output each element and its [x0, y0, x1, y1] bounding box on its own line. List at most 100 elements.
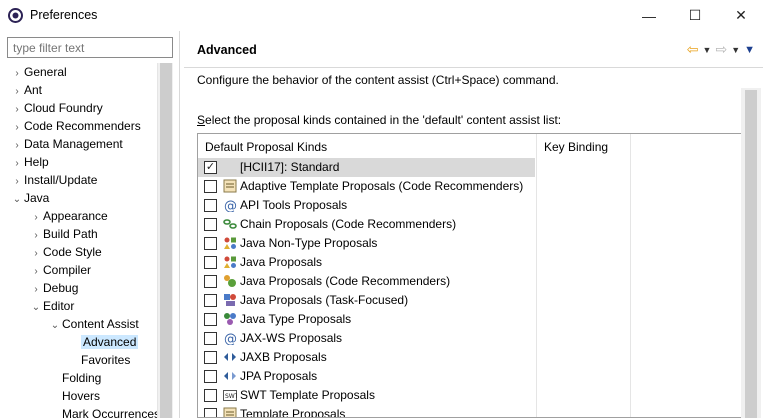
jaxb-icon [223, 350, 237, 364]
tree-item-folding[interactable]: Folding [48, 369, 101, 387]
proposal-label: Adaptive Template Proposals (Code Recomm… [240, 179, 524, 193]
minimize-button[interactable]: — [626, 0, 672, 31]
proposal-label: Java Non-Type Proposals [240, 236, 378, 250]
proposal-checkbox[interactable]: ✓ [204, 161, 217, 174]
tree-scrollbar[interactable] [157, 63, 173, 418]
proposal-row[interactable]: Java Proposals (Code Recommenders) [198, 272, 535, 291]
proposal-checkbox[interactable] [204, 275, 217, 288]
template-icon [223, 407, 237, 417]
tree-item-hovers[interactable]: Hovers [48, 387, 100, 405]
type-icon [223, 312, 237, 326]
proposal-row[interactable]: Template Proposals [198, 405, 535, 417]
tree-item-cloud-foundry[interactable]: › Cloud Foundry [10, 99, 103, 117]
proposal-checkbox[interactable] [204, 370, 217, 383]
proposal-row[interactable]: @ JAX-WS Proposals [198, 329, 535, 348]
tree-item-help[interactable]: › Help [10, 153, 48, 171]
swt-icon: SWT [223, 388, 239, 402]
tree-item-label: Data Management [24, 137, 123, 151]
expanded-chevron-icon[interactable]: ⌄ [29, 299, 43, 317]
proposal-row[interactable]: ✓ [HCII17]: Standard [198, 158, 535, 177]
tree-item-install-update[interactable]: › Install/Update [10, 171, 97, 189]
proposal-checkbox[interactable] [204, 313, 217, 326]
close-button[interactable]: ✕ [718, 0, 763, 31]
proposal-row[interactable]: SWTSWT Template Proposals [198, 386, 535, 405]
column-header-kinds[interactable]: Default Proposal Kinds [205, 140, 327, 154]
column-header-key-binding[interactable]: Key Binding [544, 140, 608, 154]
proposal-checkbox[interactable] [204, 294, 217, 307]
proposal-checkbox[interactable] [204, 199, 217, 212]
navigation-controls: ⇦ ▼ ⇨ ▼ ▼ [687, 41, 755, 58]
back-arrow-icon[interactable]: ⇦ [687, 41, 699, 58]
proposal-row[interactable]: Chain Proposals (Code Recommenders) [198, 215, 535, 234]
proposal-checkbox[interactable] [204, 218, 217, 231]
tree-item-label: Appearance [43, 209, 108, 223]
tree-scrollbar-thumb[interactable] [160, 63, 172, 418]
filter-input[interactable] [7, 37, 173, 58]
proposal-label: JAX-WS Proposals [240, 331, 343, 345]
tree-item-data-management[interactable]: › Data Management [10, 135, 123, 153]
proposal-label: [HCII17]: Standard [240, 160, 340, 174]
proposal-row[interactable]: Java Type Proposals [198, 310, 535, 329]
tree-item-general[interactable]: › General [10, 63, 67, 81]
svg-text:SWT: SWT [225, 393, 237, 400]
proposal-label: Java Proposals [240, 255, 323, 269]
tree-item-editor[interactable]: ⌄ Editor [29, 297, 75, 317]
proposal-checkbox[interactable] [204, 389, 217, 402]
tree-item-ant[interactable]: › Ant [10, 81, 42, 99]
tree-item-code-recommenders[interactable]: › Code Recommenders [10, 117, 140, 135]
proposal-row[interactable]: Adaptive Template Proposals (Code Recomm… [198, 177, 535, 196]
jpa-icon [223, 369, 237, 383]
proposal-checkbox[interactable] [204, 332, 217, 345]
tree-item-build-path[interactable]: › Build Path [29, 225, 97, 243]
page-scrollbar[interactable] [741, 88, 761, 418]
preference-tree-pane: ›General›Ant›Cloud Foundry›Code Recommen… [0, 31, 180, 418]
proposal-checkbox[interactable] [204, 180, 217, 193]
tree-item-appearance[interactable]: › Appearance [29, 207, 108, 225]
svg-text:@: @ [224, 199, 237, 212]
chain-icon [223, 217, 237, 231]
proposal-checkbox[interactable] [204, 256, 217, 269]
proposal-checkbox[interactable] [204, 408, 217, 417]
recommender-icon [223, 274, 237, 288]
tree-item-code-style[interactable]: › Code Style [29, 243, 101, 261]
back-dropdown-icon[interactable]: ▼ [703, 45, 712, 55]
forward-arrow-icon[interactable]: ⇨ [715, 41, 727, 58]
proposal-checkbox[interactable] [204, 351, 217, 364]
tree-item-label: General [24, 65, 67, 79]
expanded-chevron-icon[interactable]: ⌄ [10, 191, 24, 209]
tree-item-content-assist[interactable]: ⌄ Content Assist [48, 315, 139, 333]
preference-tree: › General › Ant › Cloud Foundry › Code Recommen… [0, 63, 157, 418]
page-description: Configure the behavior of the content as… [197, 73, 559, 87]
expanded-chevron-icon[interactable]: ⌄ [48, 317, 62, 335]
column-divider [536, 134, 537, 417]
tree-item-mark-occurrences[interactable]: Mark Occurrences [48, 405, 157, 418]
proposal-label: Java Proposals (Task-Focused) [240, 293, 409, 307]
proposal-row[interactable]: Java Non-Type Proposals [198, 234, 535, 253]
proposal-row[interactable]: @ API Tools Proposals [198, 196, 535, 215]
column-divider [630, 134, 631, 417]
proposal-row[interactable]: JPA Proposals [198, 367, 535, 386]
tree-item-label: Java [24, 191, 50, 205]
tree-item-label: Ant [24, 83, 43, 97]
tree-item-label: Folding [62, 371, 102, 385]
proposal-row[interactable]: JAXB Proposals [198, 348, 535, 367]
tree-item-advanced[interactable]: Advanced [67, 333, 139, 351]
tree-item-label: Content Assist [62, 317, 139, 331]
tree-item-debug[interactable]: › Debug [29, 279, 78, 297]
tree-item-favorites[interactable]: Favorites [67, 351, 130, 369]
proposal-list-label: Select the proposal kinds contained in t… [197, 113, 561, 127]
view-menu-icon[interactable]: ▼ [744, 44, 755, 56]
tree-item-compiler[interactable]: › Compiler [29, 261, 91, 279]
proposal-row[interactable]: Java Proposals [198, 253, 535, 272]
tree-item-java[interactable]: ⌄ Java [10, 189, 50, 209]
proposal-list-label-text: elect the proposal kinds contained in th… [205, 113, 562, 127]
proposal-row[interactable]: Java Proposals (Task-Focused) [198, 291, 535, 310]
tree-item-label: Cloud Foundry [24, 101, 103, 115]
page-scrollbar-thumb[interactable] [745, 90, 757, 418]
tree-item-label: Advanced [81, 335, 139, 349]
maximize-button[interactable]: ☐ [672, 0, 718, 31]
svg-text:@: @ [224, 332, 237, 345]
proposal-checkbox[interactable] [204, 237, 217, 250]
tree-item-label: Mark Occurrences [62, 407, 157, 418]
forward-dropdown-icon[interactable]: ▼ [731, 45, 740, 55]
